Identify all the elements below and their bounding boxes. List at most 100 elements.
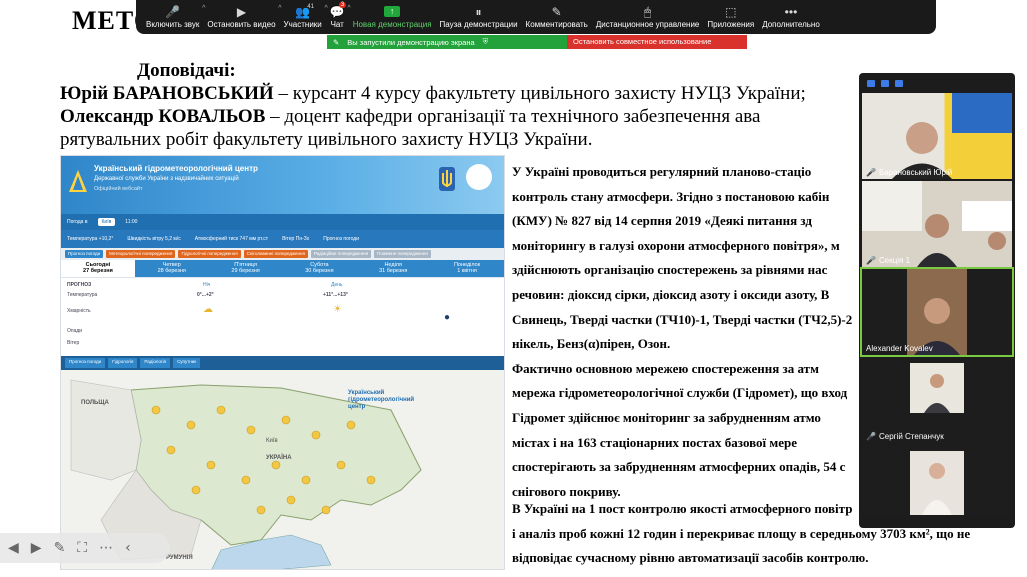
more-options-icon[interactable]: ⋯ <box>99 540 113 556</box>
day-tab[interactable]: Неділя 31 березня <box>356 260 431 277</box>
previous-slide-icon[interactable]: ◀ <box>8 540 19 556</box>
speaker-2-role-cont: рятувальних робіт факультету цивільного … <box>60 129 593 150</box>
annotate-button[interactable]: ✎ Комментировать <box>522 0 592 34</box>
zoom-slide-icon[interactable]: ⛶ <box>77 540 87 556</box>
day-tab[interactable]: П'ятниця 29 березня <box>208 260 283 277</box>
time-select[interactable]: 11:00 <box>125 219 137 225</box>
hydromet-logo-icon <box>69 170 87 192</box>
day-tab[interactable]: Субота 30 березня <box>282 260 357 277</box>
map-tab[interactable]: Прогноз погоди <box>65 358 106 368</box>
pause-share-button[interactable]: ⏸ Пауза демонстрации <box>436 0 522 34</box>
site-name: Український гідрометеорологічний центр <box>94 164 258 173</box>
participant-name-text: Сергій Степанчук <box>878 432 944 441</box>
cloud-sun-icon: ☁ <box>203 304 213 315</box>
warning-tab[interactable]: Сніголавинні попередження <box>243 250 308 258</box>
map-tab[interactable]: Супутник <box>173 358 201 368</box>
toolbar-label: Пауза демонстрации <box>439 20 518 29</box>
body-line: мережа гідрометеорологічної служби (Гідр… <box>512 385 848 401</box>
stop-video-button[interactable]: ▶ Остановить видео ^ <box>203 0 281 34</box>
toolbar-label: Новая демонстрация <box>352 20 432 29</box>
warning-tab[interactable]: Прогноз погоди <box>65 250 104 258</box>
forecast-row-label: Хмарність <box>67 308 91 314</box>
layout-icon[interactable] <box>867 79 875 87</box>
warning-tab[interactable]: Метеорологічні попередження <box>106 250 176 258</box>
apps-icon: ⬚ <box>725 5 737 19</box>
map-tab[interactable]: Гідрологія <box>108 358 138 368</box>
day-date: 27 березня <box>83 268 113 274</box>
participant-tile-active-speaker[interactable]: Alexander Kovalev <box>860 267 1014 357</box>
day-tab[interactable]: Сьогодні 27 березня <box>61 260 135 277</box>
layout-icon[interactable] <box>881 79 889 87</box>
new-share-button[interactable]: ↑ Новая демонстрация <box>349 0 436 34</box>
warning-tab[interactable]: Пожежне попередження <box>374 250 431 258</box>
day-date: 29 березня <box>231 268 260 274</box>
country-label: УКРАЇНА <box>266 455 292 461</box>
mic-muted-icon: 🎤 <box>866 256 876 265</box>
speaker-2-role: – доцент кафедри організації та технічно… <box>265 106 761 127</box>
body-line: здійснюють організацію спостережень за р… <box>512 262 828 278</box>
layout-icon[interactable] <box>895 79 903 87</box>
slide-tools: ◀ ▶ ✎ ⛶ ⋯ ‹ <box>0 533 170 563</box>
map-brand: Український гідрометеорологічний центр <box>348 390 415 410</box>
participants-button[interactable]: 👥 41 Участники ^ <box>280 0 328 34</box>
toolbar-label: Участники <box>283 20 322 29</box>
current-weather-row: Температура +10,2° Швидкість вітру 5,2 м… <box>61 230 504 248</box>
chat-button[interactable]: 💬 3 Чат ^ <box>326 0 351 34</box>
pen-icon[interactable]: ✎ <box>54 540 66 556</box>
participant-tile[interactable]: 🎤 Секція 1 <box>862 181 1012 267</box>
toolbar-label: Включить звук <box>146 20 200 29</box>
city-select[interactable]: Київ <box>97 218 116 226</box>
speaker-1-name: Юрій БАРАНОВСЬКИЙ <box>60 83 274 104</box>
participant-tile[interactable] <box>862 445 1012 515</box>
weather-item: Швидкість вітру 5,2 м/с <box>127 236 181 242</box>
warning-tab[interactable]: Гідрологічні попередження <box>178 250 241 258</box>
body-line: Свинець, Тверді частки (ТЧ10)-1, Тверді … <box>512 311 853 327</box>
remote-control-button[interactable]: 🖱 Дистанционное управление <box>592 0 704 34</box>
toolbar-label: Остановить видео <box>207 20 276 29</box>
toolbar-label: Дополнительно <box>762 20 820 29</box>
speakers-heading: Доповідачі: <box>137 60 236 81</box>
more-button[interactable]: ••• Дополнительно <box>758 0 824 34</box>
day-label: День <box>331 282 343 288</box>
participant-video <box>907 269 967 355</box>
speaker-1-role: – курсант 4 курсу факультету цивільного … <box>273 83 806 104</box>
shield-icon[interactable]: ⛨ <box>483 37 489 47</box>
chat-badge: 3 <box>338 2 347 8</box>
participant-video <box>910 363 964 413</box>
pause-icon: ⏸ <box>475 5 482 19</box>
warning-tab[interactable]: Радіаційне попередження <box>310 250 372 258</box>
apps-button[interactable]: ⬚ Приложения <box>703 0 758 34</box>
warnings-row: Прогноз погоди Метеорологічні попереджен… <box>61 248 504 260</box>
body-line: (КМУ) № 827 від 14 серпня 2019 «Деякі пи… <box>512 213 812 229</box>
site-subtitle-2: Офіційний вебсайт <box>94 186 143 192</box>
weather-item: Атмосферний тиск 747 мм рт.ст <box>194 236 269 242</box>
forecast-heading: ПРОГНОЗ <box>67 282 92 288</box>
toolbar-label: Приложения <box>707 20 755 29</box>
forecast-row-label: Температура <box>67 292 98 298</box>
next-slide-icon[interactable]: ▶ <box>31 540 42 556</box>
map-tab[interactable]: Радіологія <box>140 358 171 368</box>
participant-name: 🎤 Барановський Юрій <box>866 168 952 177</box>
forecast-row-label: Опади <box>67 328 83 334</box>
country-label: РУМУНІЯ <box>166 555 193 561</box>
day-date: 30 березня <box>305 268 334 274</box>
day-date: 1 квітня <box>457 268 477 274</box>
site-header: Український гідрометеорологічний центр Д… <box>61 156 504 214</box>
sun-icon: ☀ <box>333 304 342 315</box>
body-line: спостерігають за забрудненням атмосферни… <box>512 459 846 475</box>
participant-tile[interactable]: 🎤 Барановський Юрій <box>862 93 1012 179</box>
night-label: Ніч <box>203 282 211 288</box>
mic-off-icon: 🎤 <box>165 5 181 19</box>
day-tab[interactable]: Четвер 28 березня <box>134 260 209 277</box>
day-tab[interactable]: Понеділок 1 квітня <box>430 260 504 277</box>
bottom-line: відповідає сучасному рівню автоматизації… <box>512 550 869 566</box>
participant-tile[interactable]: 🎤 Сергій Степанчук <box>862 357 1012 443</box>
unmute-button[interactable]: 🎤 Включить звук ^ <box>142 0 205 34</box>
chevron-left-icon[interactable]: ‹ <box>125 540 131 556</box>
body-line: моніторингу в галузі охорони атмосферног… <box>512 237 840 253</box>
stop-share-button[interactable]: Остановить совместное использование <box>567 35 747 49</box>
mic-muted-icon: 🎤 <box>866 432 876 441</box>
weather-item[interactable]: Прогноз погоди <box>323 236 359 242</box>
pin-icon[interactable]: ✎ <box>333 38 339 47</box>
mic-muted-icon: 🎤 <box>866 168 876 177</box>
